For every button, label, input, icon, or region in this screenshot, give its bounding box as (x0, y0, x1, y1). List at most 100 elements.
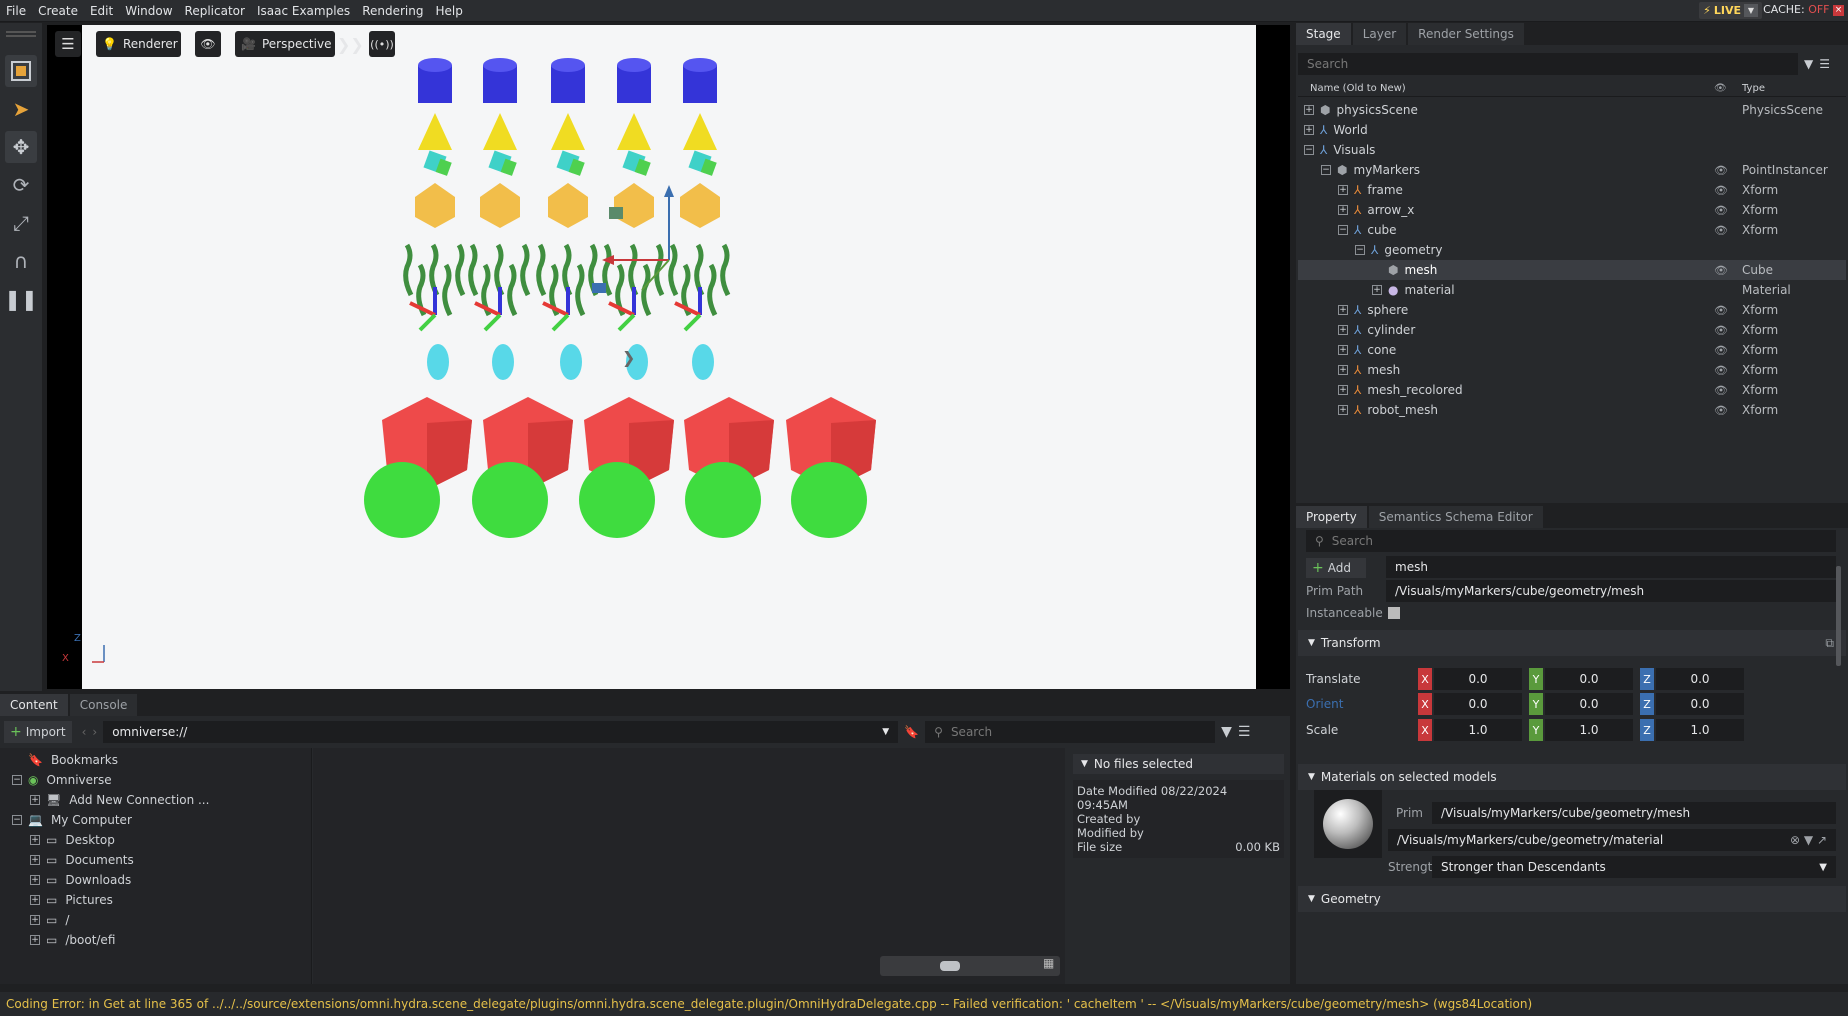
broadcast-icon[interactable]: ((•)) (369, 31, 395, 57)
stage-tree-row[interactable]: + ⅄ mesh_recolored 👁 Xform (1298, 380, 1846, 400)
add-button[interactable]: + Add (1306, 558, 1366, 578)
menu-window[interactable]: Window (119, 0, 178, 22)
tab-property[interactable]: Property (1296, 506, 1367, 528)
tab-layer[interactable]: Layer (1352, 23, 1407, 45)
visibility-eye-icon[interactable]: 👁 (1714, 164, 1728, 177)
expand-chevron-icon[interactable]: ❯❯ (337, 31, 364, 57)
content-tree-item[interactable]: + ▭ Pictures (0, 890, 311, 910)
visibility-eye-icon[interactable]: 👁 (1714, 304, 1728, 317)
scale-y-field[interactable]: 1.0 (1545, 719, 1633, 741)
expand-toggle-icon[interactable]: − (1304, 145, 1314, 155)
visibility-eye-icon[interactable]: 👁 (195, 31, 221, 57)
renderer-button[interactable]: 💡 Renderer (96, 31, 181, 57)
material-clear-icon[interactable]: ⊗ ▼ ↗ (1790, 833, 1827, 847)
stage-tree-row[interactable]: − ⅄ geometry (1298, 240, 1846, 260)
expand-toggle-icon[interactable]: + (30, 895, 40, 905)
stage-menu-icon[interactable]: ☰ (1819, 57, 1830, 71)
collapse-arrow-icon[interactable]: ▼ (1081, 759, 1088, 769)
expand-toggle-icon[interactable]: + (1338, 185, 1348, 195)
strength-dropdown[interactable]: Stronger than Descendants ▼ (1432, 856, 1836, 878)
tab-console[interactable]: Console (69, 694, 138, 716)
bookmark-toggle-icon[interactable]: 🔖 (904, 725, 919, 739)
menu-isaac-examples[interactable]: Isaac Examples (251, 0, 356, 22)
snap-magnet-icon[interactable]: ∩ (5, 245, 37, 277)
stage-tree-row[interactable]: + ⅄ frame 👁 Xform (1298, 180, 1846, 200)
expand-toggle-icon[interactable]: − (1321, 165, 1331, 175)
menu-edit[interactable]: Edit (84, 0, 119, 22)
instanceable-checkbox[interactable] (1388, 607, 1400, 619)
expand-toggle-icon[interactable]: − (12, 775, 22, 785)
stage-tree-row[interactable]: + ⅄ arrow_x 👁 Xform (1298, 200, 1846, 220)
selection-mode-icon[interactable] (5, 55, 37, 87)
stage-tree-row[interactable]: + ⅄ sphere 👁 Xform (1298, 300, 1846, 320)
menu-help[interactable]: Help (429, 0, 468, 22)
viewport-settings-icon[interactable]: ☰ (55, 31, 81, 57)
content-tree-item[interactable]: + ▭ Desktop (0, 830, 311, 850)
translate-x-field[interactable]: 0.0 (1434, 668, 1522, 690)
expand-toggle-icon[interactable]: + (1338, 365, 1348, 375)
expand-toggle-icon[interactable]: + (1372, 285, 1382, 295)
column-type-header[interactable]: Type (1742, 83, 1765, 94)
transform-section-header[interactable]: ▼ Transform ⧉ (1298, 630, 1846, 656)
pause-icon[interactable]: ❚❚ (4, 283, 38, 315)
menu-file[interactable]: File (0, 0, 32, 22)
expand-toggle-icon[interactable]: + (1338, 305, 1348, 315)
content-tree-item[interactable]: − ◉ Omniverse (0, 770, 311, 790)
geometry-collapse-icon[interactable]: ▼ (1308, 894, 1315, 904)
cache-status[interactable]: CACHE: OFF × (1763, 3, 1844, 16)
expand-toggle-icon[interactable]: + (30, 875, 40, 885)
visibility-eye-icon[interactable]: 👁 (1714, 324, 1728, 337)
grid-view-icon[interactable]: ▦ (1043, 956, 1054, 970)
chevron-right-icon[interactable]: ❯ (622, 348, 635, 367)
expand-toggle-icon[interactable]: + (30, 935, 40, 945)
stage-tree-row[interactable]: + ⅄ mesh 👁 Xform (1298, 360, 1846, 380)
expand-toggle-icon[interactable]: + (1338, 405, 1348, 415)
translate-z-field[interactable]: 0.0 (1656, 668, 1744, 690)
stage-tree-row[interactable]: − ⅄ cube 👁 Xform (1298, 220, 1846, 240)
transform-reset-icon[interactable]: ⧉ (1825, 636, 1834, 651)
visibility-eye-icon[interactable]: 👁 (1714, 224, 1728, 237)
content-tree-item[interactable]: − 💻 My Computer (0, 810, 311, 830)
scale-x-field[interactable]: 1.0 (1434, 719, 1522, 741)
import-button[interactable]: + Import (4, 721, 72, 743)
rotate-icon[interactable]: ⟳ (5, 169, 37, 201)
content-tree-item[interactable]: + ▭ Documents (0, 850, 311, 870)
expand-toggle-icon[interactable]: + (30, 795, 40, 805)
stage-filter-icon[interactable]: ▼ (1804, 57, 1813, 71)
visibility-eye-icon[interactable]: 👁 (1714, 264, 1728, 277)
property-search-field[interactable]: ⚲ Search (1306, 530, 1836, 552)
expand-toggle-icon[interactable]: + (30, 855, 40, 865)
expand-toggle-icon[interactable]: − (1338, 225, 1348, 235)
menu-rendering[interactable]: Rendering (356, 0, 429, 22)
expand-toggle-icon[interactable]: + (1338, 205, 1348, 215)
scale-z-axis-label[interactable]: Z (1640, 719, 1654, 741)
stage-tree-row[interactable]: + ⅄ cylinder 👁 Xform (1298, 320, 1846, 340)
zoom-slider-handle[interactable] (940, 961, 960, 971)
transform-collapse-icon[interactable]: ▼ (1308, 638, 1315, 648)
tab-content[interactable]: Content (0, 694, 68, 716)
translate-y-field[interactable]: 0.0 (1545, 668, 1633, 690)
materials-collapse-icon[interactable]: ▼ (1308, 772, 1315, 782)
move-icon[interactable]: ✥ (5, 131, 37, 163)
expand-toggle-icon[interactable]: + (1304, 105, 1314, 115)
expand-toggle-icon[interactable]: − (12, 815, 22, 825)
menu-create[interactable]: Create (32, 0, 84, 22)
stage-search-field[interactable]: Search (1298, 53, 1798, 75)
material-prim-field[interactable]: /Visuals/myMarkers/cube/geometry/mesh (1432, 802, 1836, 824)
tab-render-settings[interactable]: Render Settings (1408, 23, 1524, 45)
stage-tree-row[interactable]: − ⅄ Visuals (1298, 140, 1846, 160)
path-dropdown-icon[interactable]: ▼ (882, 727, 889, 737)
prim-name-field[interactable]: mesh (1386, 556, 1836, 578)
column-name-header[interactable]: Name (Old to New) (1310, 83, 1406, 94)
material-path-field[interactable]: /Visuals/myMarkers/cube/geometry/materia… (1388, 829, 1836, 851)
content-tree-item[interactable]: + 🖥 Add New Connection ... (0, 790, 311, 810)
camera-perspective-button[interactable]: 🎥 Perspective (235, 31, 335, 57)
expand-toggle-icon[interactable]: + (1338, 385, 1348, 395)
live-dropdown-icon[interactable]: ▼ (1744, 4, 1758, 17)
menu-replicator[interactable]: Replicator (179, 0, 251, 22)
orient-label[interactable]: Orient (1306, 697, 1343, 711)
content-tree-item[interactable]: + ▭ Downloads (0, 870, 311, 890)
visibility-eye-icon[interactable]: 👁 (1714, 204, 1728, 217)
expand-toggle-icon[interactable]: + (30, 915, 40, 925)
stage-tree-row[interactable]: + ⅄ World (1298, 120, 1846, 140)
